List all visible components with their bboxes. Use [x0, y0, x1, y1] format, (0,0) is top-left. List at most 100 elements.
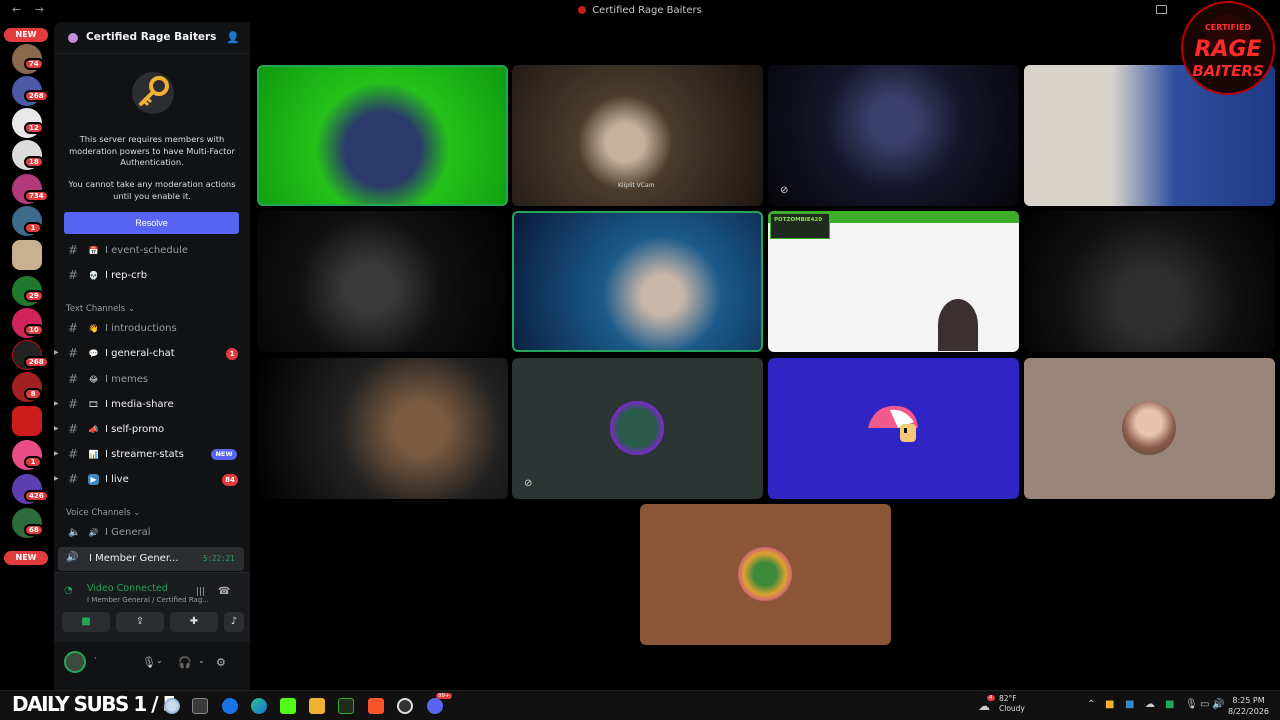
monitor-icon[interactable]: ▭ [1200, 699, 1209, 710]
video-tile[interactable] [257, 358, 508, 499]
channel-general-chat[interactable]: ▶ # 💬 I general-chat 1 [54, 343, 250, 365]
channel-sidebar: Certified Rage Baiters ⌄ 👤 This server r… [54, 22, 250, 690]
channel-emoji: 📣 [88, 425, 99, 434]
avatar[interactable] [64, 651, 86, 673]
chevron-up-icon[interactable]: ⌃ [1087, 699, 1095, 710]
channel-live[interactable]: ▶ # ▶ I live 84 [54, 469, 250, 491]
weather-desc: Cloudy [999, 704, 1025, 713]
brave-icon[interactable] [368, 698, 384, 714]
channel-streamer-stats[interactable]: ▶ # 📊 I streamer-stats NEW [54, 444, 250, 466]
server-icon-7[interactable] [12, 240, 42, 270]
channel-label: I event-schedule [105, 245, 189, 256]
video-tile[interactable] [640, 504, 891, 645]
hash-icon: # [68, 346, 79, 360]
headphones-icon[interactable]: 🎧 [178, 656, 192, 669]
speaker-icon: 🔈 [68, 527, 81, 538]
terminal-icon[interactable] [338, 698, 354, 714]
channel-emoji: ▶ [88, 474, 99, 485]
system-clock[interactable]: 8:25 PM 8/22/2026 [1228, 695, 1269, 717]
gear-icon[interactable]: ⚙ [216, 656, 226, 669]
chevron-down-icon[interactable]: ⌄ [192, 30, 200, 40]
mention-badge: 734 [24, 190, 49, 202]
participant-avatar [610, 401, 664, 455]
category-voice-channels[interactable]: Voice Channels ⌄ [66, 508, 140, 518]
channel-self-promo[interactable]: ▶ # 📣 I self-promo [54, 419, 250, 441]
mention-badge: 8 [24, 388, 42, 400]
video-tile[interactable]: ⊘ [512, 358, 763, 499]
weather-widget[interactable]: 82°F Cloudy [999, 694, 1025, 714]
channel-label: I memes [105, 374, 149, 385]
discord-icon[interactable] [427, 698, 443, 714]
clock-time: 8:25 PM [1232, 696, 1265, 705]
connection-status[interactable]: Video Connected [87, 583, 168, 594]
video-tile[interactable]: POTZOMBIE420 [768, 211, 1019, 352]
disconnect-icon[interactable]: ☎ [218, 586, 230, 597]
camera-button[interactable]: ■ [62, 612, 110, 632]
voice-channel-label: I Member Gener... [89, 553, 179, 564]
mention-badge: 74 [24, 58, 44, 70]
unread-indicator: ▶ [54, 425, 59, 432]
search-icon[interactable] [164, 698, 180, 714]
vcam-watermark: Kliplit VCam [618, 182, 655, 189]
inbox-icon[interactable] [1156, 5, 1167, 14]
signal-icon[interactable]: ◔ [64, 585, 73, 596]
screen-share-button[interactable]: ⇪ [116, 612, 164, 632]
video-tile[interactable] [1024, 358, 1275, 499]
video-tile[interactable]: Kliplit VCam [512, 65, 763, 206]
mention-badge: 1 [24, 222, 42, 234]
channel-memes[interactable]: # 😂 I memes [54, 369, 250, 391]
cloud-icon[interactable]: ☁ [978, 699, 990, 713]
server-header[interactable]: Certified Rage Baiters ⌄ 👤 [54, 22, 250, 54]
channel-rep-crb[interactable]: # 💀 I rep-crb [54, 265, 250, 287]
folder-icon[interactable] [309, 698, 325, 714]
video-tile[interactable] [768, 358, 1019, 499]
tray-app-icon[interactable]: ■ [1105, 699, 1114, 710]
channel-media-share[interactable]: ▶ # 🎞 I media-share [54, 394, 250, 416]
noise-suppression-icon[interactable]: ||| [196, 587, 205, 597]
voice-channel-member-general[interactable]: 🔊 I Member Gener... 5:22:21 [58, 547, 244, 571]
app-icon[interactable] [222, 698, 238, 714]
channel-label: I media-share [105, 399, 174, 410]
channel-emoji: 📊 [88, 450, 99, 459]
voice-channel-general[interactable]: 🔈 🔊 I General [54, 522, 250, 544]
resolve-button[interactable]: Resolve [64, 212, 239, 234]
video-tile[interactable] [257, 211, 508, 352]
tray-app-icon[interactable]: ■ [1165, 699, 1174, 710]
tray-app-icon[interactable]: ■ [1125, 699, 1134, 710]
discord-badge: 99+ [436, 693, 452, 699]
video-tile[interactable] [512, 211, 763, 352]
server-icon-12[interactable] [12, 406, 42, 436]
window-title-text: Certified Rage Baiters [592, 5, 702, 16]
server-rail: NEW 74 268 12 18 734 1 29 10 268 8 1 426… [0, 22, 54, 690]
task-view-icon[interactable] [192, 698, 208, 714]
volume-icon[interactable]: 🔊 [1212, 699, 1224, 710]
channel-label: I rep-crb [105, 270, 148, 281]
video-tile[interactable] [1024, 211, 1275, 352]
microphone-tray-icon[interactable]: 🎙 [1185, 699, 1198, 710]
mfa-text-2: You cannot take any moderation actions u… [68, 179, 236, 201]
activities-button[interactable]: ✚ [170, 612, 218, 632]
add-user-icon[interactable]: 👤 [226, 31, 240, 44]
chevron-down-icon[interactable]: ⌄ [156, 656, 163, 665]
mention-badge: 84 [222, 474, 238, 486]
kick-icon[interactable] [280, 698, 296, 714]
microphone-icon[interactable]: 🎙 [142, 656, 156, 669]
channel-label: I live [105, 474, 129, 485]
soundboard-button[interactable]: ♪ [224, 612, 244, 632]
video-tile[interactable] [257, 65, 508, 206]
channel-introductions[interactable]: # 👋 I introductions [54, 318, 250, 340]
mfa-notice: This server requires members with modera… [54, 54, 250, 239]
mention-badge: 10 [24, 324, 44, 336]
category-text-channels[interactable]: Text Channels ⌄ [66, 304, 135, 314]
edge-icon[interactable] [251, 698, 267, 714]
mention-badge: 29 [24, 290, 44, 302]
video-tile[interactable]: ⊘ [768, 65, 1019, 206]
new-servers-pill[interactable]: NEW [4, 28, 48, 42]
chevron-down-icon[interactable]: ⌄ [198, 656, 205, 665]
hash-icon: # [68, 447, 79, 461]
new-servers-pill[interactable]: NEW [4, 551, 48, 565]
obs-icon[interactable] [397, 698, 413, 714]
cloud-sync-icon[interactable]: ☁ [1145, 699, 1155, 710]
channel-event-schedule[interactable]: # 📅 I event-schedule [54, 240, 250, 262]
mention-badge: 12 [24, 122, 44, 134]
